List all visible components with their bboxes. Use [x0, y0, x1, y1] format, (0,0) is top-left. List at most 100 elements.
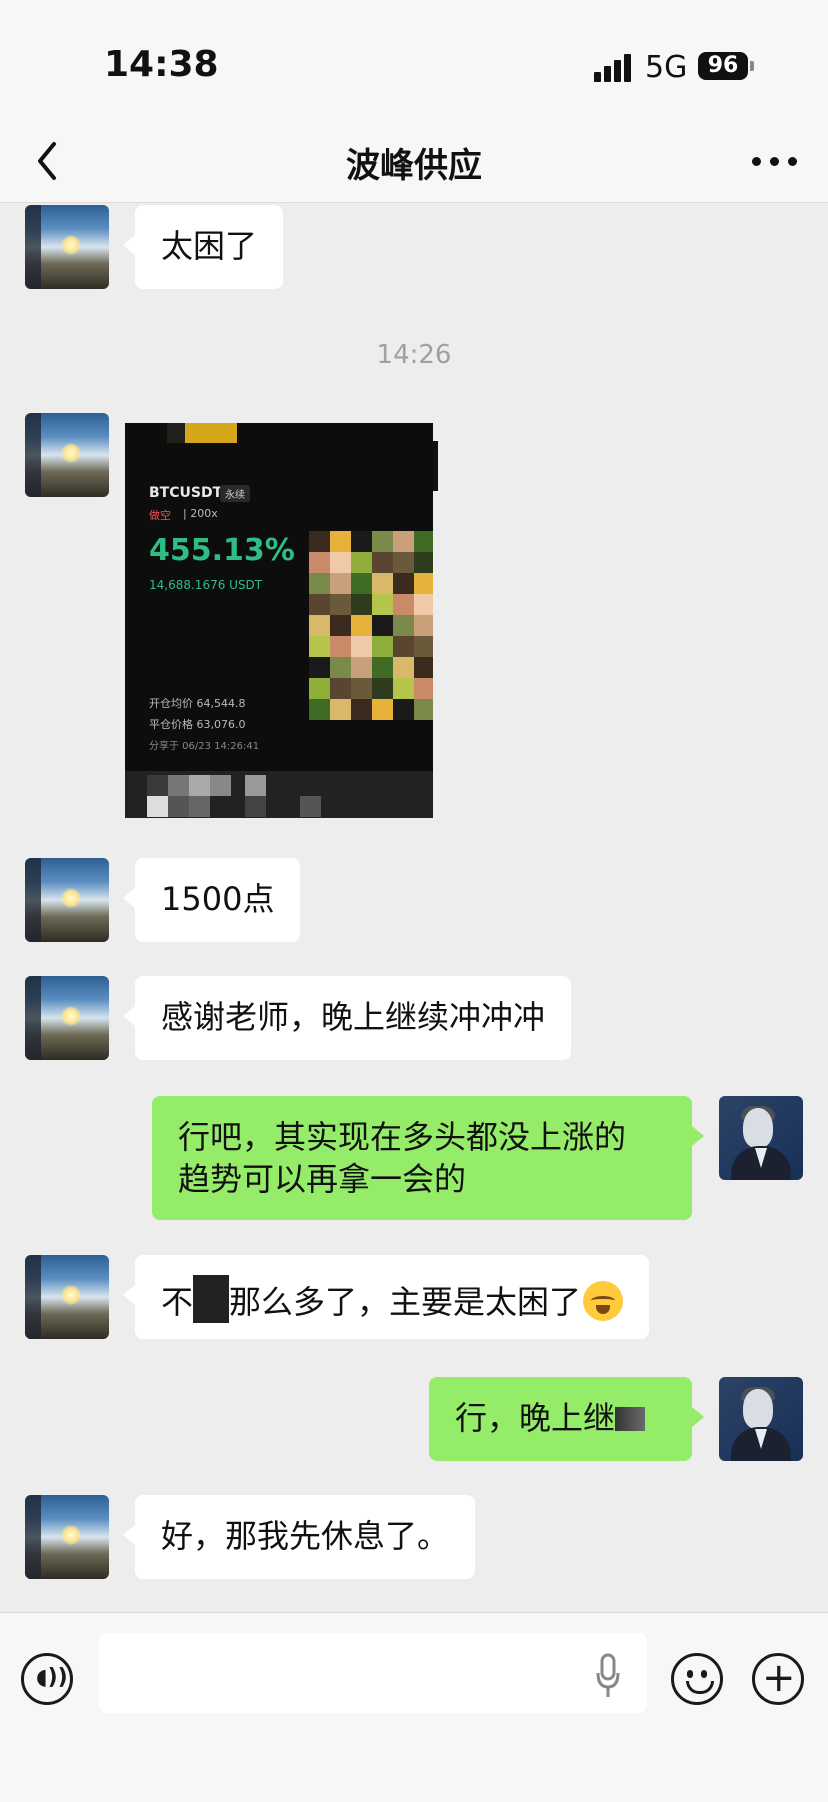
contact-avatar[interactable]	[25, 1495, 109, 1579]
message-bubble-received[interactable]: 不那么多了，主要是太困了	[122, 1255, 650, 1339]
close-price-label: 平仓价格	[149, 718, 193, 731]
mosaic-pixel	[309, 657, 330, 678]
trade-symbol: BTCUSDT	[149, 485, 223, 501]
mosaic-pixel	[393, 657, 414, 678]
chat-header: 波峰供应	[0, 120, 828, 203]
message-bubble-received[interactable]: 1500点	[122, 858, 301, 942]
mosaic-pixel	[330, 657, 351, 678]
mosaic-pixel	[393, 615, 414, 636]
mosaic-pixel	[393, 636, 414, 657]
my-avatar[interactable]	[719, 1377, 803, 1461]
smiley-mouth	[686, 1681, 714, 1694]
mosaic-pixel	[330, 594, 351, 615]
mosaic-pixel	[309, 678, 330, 699]
image-edge-mark	[433, 441, 438, 491]
microphone-icon[interactable]	[596, 1653, 620, 1701]
mosaic-pixel	[372, 531, 393, 552]
status-bar: 14:38 5G 96	[0, 0, 828, 130]
mosaic-pixel	[393, 552, 414, 573]
smiley-eye	[687, 1670, 693, 1678]
contact-avatar[interactable]	[25, 858, 109, 942]
mosaic-pixel	[351, 657, 372, 678]
message-timestamp: 14:26	[376, 340, 452, 370]
message-bubble-sent[interactable]: 行，晚上继	[429, 1377, 704, 1461]
mosaic-pixel	[414, 678, 433, 699]
microphone-svg	[596, 1653, 620, 1697]
mosaic-pixel	[372, 699, 393, 720]
sound-wave-icon: ◖))	[36, 1665, 68, 1690]
contact-avatar[interactable]	[25, 976, 109, 1060]
footer-pixel	[245, 796, 266, 817]
mosaic-pixel	[414, 699, 433, 720]
voice-input-button[interactable]: ◖))	[21, 1653, 73, 1705]
mosaic-pixel	[393, 531, 414, 552]
mosaic-pixel	[372, 657, 393, 678]
status-time: 14:38	[104, 44, 219, 85]
footer-pixel	[245, 775, 266, 796]
footer-pixel	[168, 796, 189, 817]
mosaic-pixel	[414, 552, 433, 573]
message-input[interactable]	[99, 1633, 647, 1713]
chat-title: 波峰供应	[346, 146, 482, 186]
plus-icon: +	[762, 1655, 796, 1701]
message-text-part: 不	[161, 1283, 194, 1321]
mosaic-pixel	[414, 657, 433, 678]
more-functions-button[interactable]: +	[752, 1653, 804, 1705]
open-price-value: 64,544.8	[196, 697, 246, 710]
contact-avatar[interactable]	[25, 205, 109, 289]
mosaic-pixel	[330, 573, 351, 594]
message-text-part: 那么多了，主要是太困了	[229, 1283, 582, 1321]
mosaic-pixel	[309, 531, 330, 552]
mosaic-pixel	[372, 552, 393, 573]
mosaic-pixel	[393, 573, 414, 594]
footer-pixel	[168, 775, 189, 796]
open-price-row: 开仓均价 64,544.8	[149, 695, 245, 711]
more-icon-dot	[788, 157, 797, 166]
image-footer	[125, 771, 433, 818]
my-avatar[interactable]	[719, 1096, 803, 1180]
trade-direction: 做空	[149, 509, 171, 522]
trade-screenshot-image[interactable]: BTCUSDT 永续 做空 | 200x 455.13% 14,688.1676…	[125, 423, 433, 818]
message-bubble-received[interactable]: 感谢老师，晚上继续冲冲冲	[122, 976, 572, 1060]
mosaic-pixel	[414, 531, 433, 552]
contact-avatar[interactable]	[25, 413, 109, 497]
close-price-value: 63,076.0	[196, 718, 246, 731]
more-options-button[interactable]	[752, 154, 798, 168]
mosaic-pixel	[309, 573, 330, 594]
mosaic-pixel	[393, 699, 414, 720]
footer-pixel	[147, 775, 168, 796]
mosaic-pixel	[351, 552, 372, 573]
mosaic-pixel	[309, 636, 330, 657]
message-list[interactable]: 太困了 14:26 BTCUSDT 永续 做空 | 200x 455.13% 1…	[0, 203, 828, 1613]
mosaic-pixel	[414, 594, 433, 615]
redacted-block	[615, 1407, 646, 1431]
pnl-percent: 455.13%	[149, 533, 295, 568]
mosaic-pixel	[309, 594, 330, 615]
more-icon-dot	[770, 157, 779, 166]
mosaic-pixel	[351, 531, 372, 552]
leverage-value: 200x	[190, 507, 218, 520]
battery-tip	[750, 61, 754, 71]
input-bar: ◖)) +	[0, 1612, 828, 1802]
mosaic-pixel	[309, 615, 330, 636]
message-bubble-received[interactable]: 好，那我先休息了。	[122, 1495, 476, 1579]
message-bubble-sent[interactable]: 行吧，其实现在多头都没上涨的 趋势可以再拿一会的	[152, 1096, 704, 1220]
mosaic-pixel	[330, 615, 351, 636]
mosaic-pixel	[351, 594, 372, 615]
contact-avatar[interactable]	[25, 1255, 109, 1339]
share-time: 分享于 06/23 14:26:41	[149, 741, 260, 752]
mosaic-pixel	[372, 594, 393, 615]
mosaic-pixel	[393, 594, 414, 615]
mosaic-pixel	[309, 552, 330, 573]
mosaic-pixel	[351, 636, 372, 657]
emoji-button[interactable]	[671, 1653, 723, 1705]
image-top-strip-dark	[167, 423, 185, 443]
open-price-label: 开仓均价	[149, 697, 193, 710]
mosaic-pixel	[330, 531, 351, 552]
message-bubble-received[interactable]: 太困了	[122, 205, 284, 289]
network-type: 5G	[645, 50, 688, 85]
trade-leverage: | 200x	[183, 507, 218, 520]
mosaic-pixel	[351, 678, 372, 699]
cellular-signal-icon	[594, 54, 634, 82]
smiley-eye	[701, 1670, 707, 1678]
